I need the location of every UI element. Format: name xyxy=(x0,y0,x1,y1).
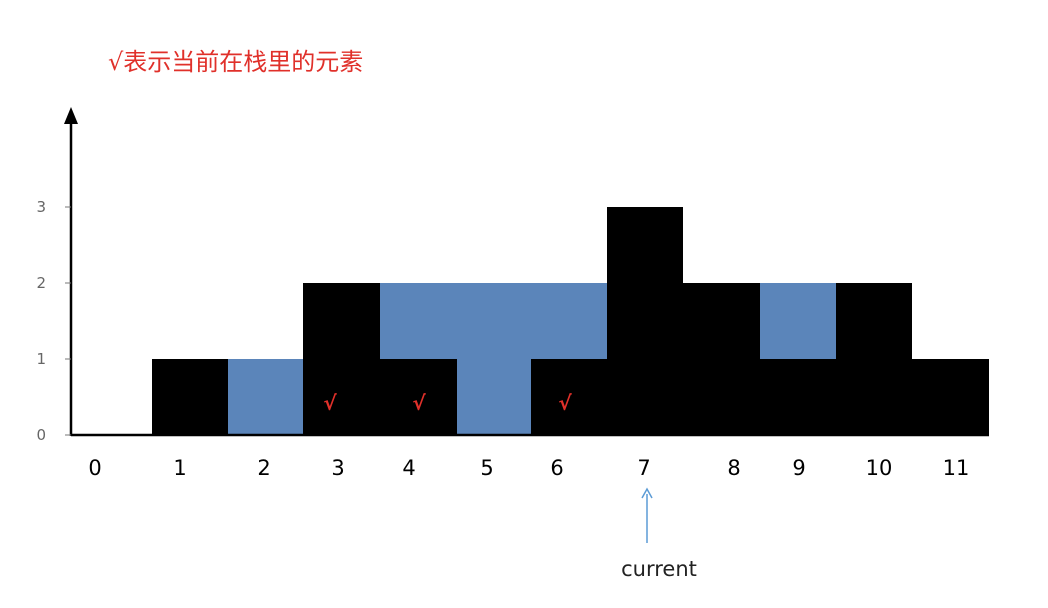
water-5 xyxy=(457,283,531,435)
x-tick-label-9: 9 xyxy=(792,456,805,480)
bar-11 xyxy=(912,359,989,435)
x-tick-label-1: 1 xyxy=(173,456,186,480)
x-tick-label-5: 5 xyxy=(480,456,493,480)
bar-9 xyxy=(760,359,836,435)
x-tick-label-2: 2 xyxy=(257,456,270,480)
water-4 xyxy=(380,283,457,359)
water-9 xyxy=(760,283,836,359)
x-tick-label-3: 3 xyxy=(331,456,344,480)
x-tick-label-6: 6 xyxy=(550,456,563,480)
x-tick-label-7: 7 xyxy=(637,456,650,480)
y-tick-label-2: 2 xyxy=(36,274,46,292)
y-tick-label-3: 3 xyxy=(36,198,46,216)
x-tick-label-11: 11 xyxy=(943,456,970,480)
bar-3 xyxy=(303,283,380,435)
current-label: current xyxy=(621,557,697,581)
y-tick-label-0: 0 xyxy=(36,426,46,444)
water-6 xyxy=(531,283,607,359)
bar-10 xyxy=(836,283,912,435)
stack-mark-3: √ xyxy=(323,391,337,415)
bar-1 xyxy=(152,359,228,435)
x-tick-label-10: 10 xyxy=(866,456,893,480)
bar-7 xyxy=(607,207,683,435)
y-tick-label-1: 1 xyxy=(36,350,46,368)
water-2 xyxy=(228,359,303,435)
y-axis-arrowhead xyxy=(64,107,78,124)
x-tick-label-0: 0 xyxy=(88,456,101,480)
stack-mark-6: √ xyxy=(558,391,572,415)
bar-8 xyxy=(683,283,760,435)
stack-mark-4: √ xyxy=(412,391,426,415)
chart-svg: 0 1 2 3 0 1 2 3 4 5 6 7 8 9 10 11 √ √ √ current xyxy=(36,107,989,581)
x-tick-label-8: 8 xyxy=(727,456,740,480)
x-tick-label-4: 4 xyxy=(402,456,415,480)
